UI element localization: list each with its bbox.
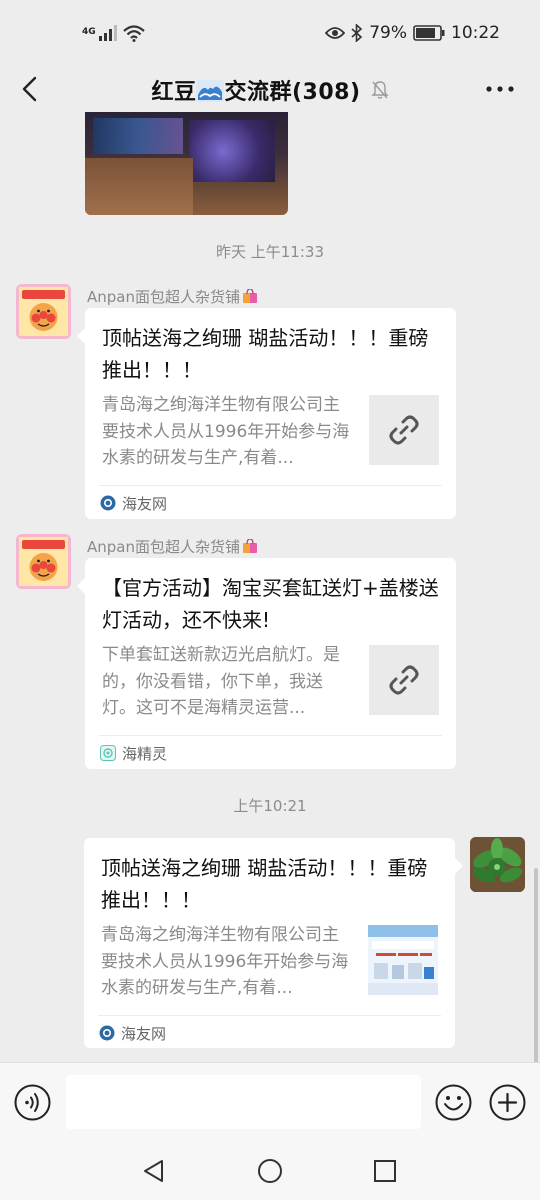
bubble-tail	[77, 328, 85, 344]
link-card[interactable]: 顶帖送海之绚珊 瑚盐活动！！！重磅推出！！！ 青岛海之绚海洋生物有限公司主要技术…	[77, 308, 456, 519]
system-recent-apps-icon[interactable]	[373, 1159, 397, 1183]
sender-name-text: Anpan面包超人杂货铺	[87, 538, 240, 556]
status-right: 79% 10:22	[325, 23, 500, 43]
link-card[interactable]: 顶帖送海之绚珊 瑚盐活动！！！重磅推出！！！ 青岛海之绚海洋生物有限公司主要技术…	[84, 838, 463, 1048]
link-card[interactable]: 【官方活动】淘宝买套缸送灯+盖楼送灯活动，还不快来! 下单套缸送新款迈光启航灯。…	[77, 558, 456, 769]
haijingling-logo-icon	[100, 745, 116, 761]
chat-title-prefix: 红豆	[151, 80, 197, 105]
link-card-description: 下单套缸送新款迈光启航灯。是的，你没看错，你下单，我送灯。这可不是海精灵运营..…	[102, 645, 340, 718]
link-source: 海精灵	[100, 742, 167, 764]
chat-title: 红豆 交流群(308)	[0, 74, 540, 106]
haiyou-logo-icon	[100, 495, 116, 511]
plus-icon[interactable]	[489, 1084, 526, 1121]
aquarium-image-part	[93, 118, 183, 154]
voice-input-icon[interactable]	[14, 1084, 51, 1121]
divider	[98, 1015, 441, 1016]
link-thumbnail	[369, 395, 439, 465]
link-card-title: 顶帖送海之绚珊 瑚盐活动！！！重磅推出！！！	[102, 326, 429, 382]
battery-icon	[413, 25, 445, 41]
chat-title-suffix: 交流群(308)	[224, 80, 361, 105]
link-source-name: 海友网	[122, 494, 168, 513]
link-source: 海友网	[100, 492, 167, 514]
timestamp: 上午10:21	[233, 797, 307, 815]
chat-message-list[interactable]: 昨天 上午11:33 Anpan面包超人杂货铺 顶帖送海之绚珊 瑚盐活动！！！重…	[0, 112, 540, 1062]
sender-name: Anpan面包超人杂货铺	[87, 536, 258, 557]
timestamp: 昨天 上午11:33	[216, 243, 324, 261]
haiyou-logo-icon	[99, 1025, 115, 1041]
shopping-bag-icon	[243, 289, 257, 303]
system-back-icon[interactable]	[141, 1158, 167, 1184]
link-card-description: 青岛海之绚海洋生物有限公司主要技术人员从1996年开始参与海水素的研发与生产,有…	[101, 925, 349, 998]
emoji-icon[interactable]	[435, 1084, 472, 1121]
eye-icon	[325, 27, 346, 39]
wave-emoji-icon	[196, 80, 225, 102]
succulent-avatar-icon	[470, 837, 525, 892]
link-card-title: 【官方活动】淘宝买套缸送灯+盖楼送灯活动，还不快来!	[102, 576, 439, 632]
signal-icon	[98, 25, 117, 41]
avatar[interactable]	[16, 534, 71, 589]
link-thumbnail	[368, 925, 438, 995]
link-source-name: 海精灵	[122, 744, 168, 763]
avatar[interactable]	[470, 837, 525, 892]
system-navigation-bar	[0, 1142, 540, 1200]
chat-header: 红豆 交流群(308)	[0, 66, 540, 112]
divider	[99, 735, 442, 736]
bluetooth-icon	[351, 24, 363, 42]
shopping-bag-icon	[243, 539, 257, 553]
link-source-name: 海友网	[121, 1024, 167, 1043]
image-message[interactable]	[85, 112, 288, 215]
status-left: 4G	[82, 24, 145, 42]
anpan-avatar-icon	[16, 534, 71, 589]
link-source: 海友网	[99, 1022, 166, 1044]
avatar[interactable]	[16, 284, 71, 339]
link-thumbnail	[369, 645, 439, 715]
status-bar: 4G 79% 10:22	[0, 0, 540, 66]
clock-time: 10:22	[451, 23, 500, 43]
more-options-icon[interactable]	[484, 76, 516, 102]
divider	[99, 485, 442, 486]
system-home-icon[interactable]	[257, 1158, 283, 1184]
scrollbar-thumb[interactable]	[534, 868, 538, 1062]
anpan-avatar-icon	[16, 284, 71, 339]
wifi-icon	[122, 24, 145, 42]
message-input[interactable]	[66, 1075, 421, 1129]
product-thumbnail-image	[368, 925, 438, 995]
sender-name-text: Anpan面包超人杂货铺	[87, 288, 240, 306]
link-icon	[389, 665, 419, 695]
aquarium-image-part	[85, 158, 193, 215]
bubble-tail	[455, 858, 463, 874]
link-card-title: 顶帖送海之绚珊 瑚盐活动！！！重磅推出！！！	[101, 856, 428, 912]
bubble-tail	[77, 578, 85, 594]
input-bar	[0, 1062, 540, 1142]
aquarium-image-part	[189, 120, 275, 182]
link-icon	[389, 415, 419, 445]
battery-percent: 79%	[369, 23, 407, 43]
network-type-label: 4G	[82, 26, 96, 37]
mute-bell-icon	[370, 81, 389, 99]
sender-name: Anpan面包超人杂货铺	[87, 286, 258, 307]
link-card-description: 青岛海之绚海洋生物有限公司主要技术人员从1996年开始参与海水素的研发与生产,有…	[102, 395, 350, 468]
